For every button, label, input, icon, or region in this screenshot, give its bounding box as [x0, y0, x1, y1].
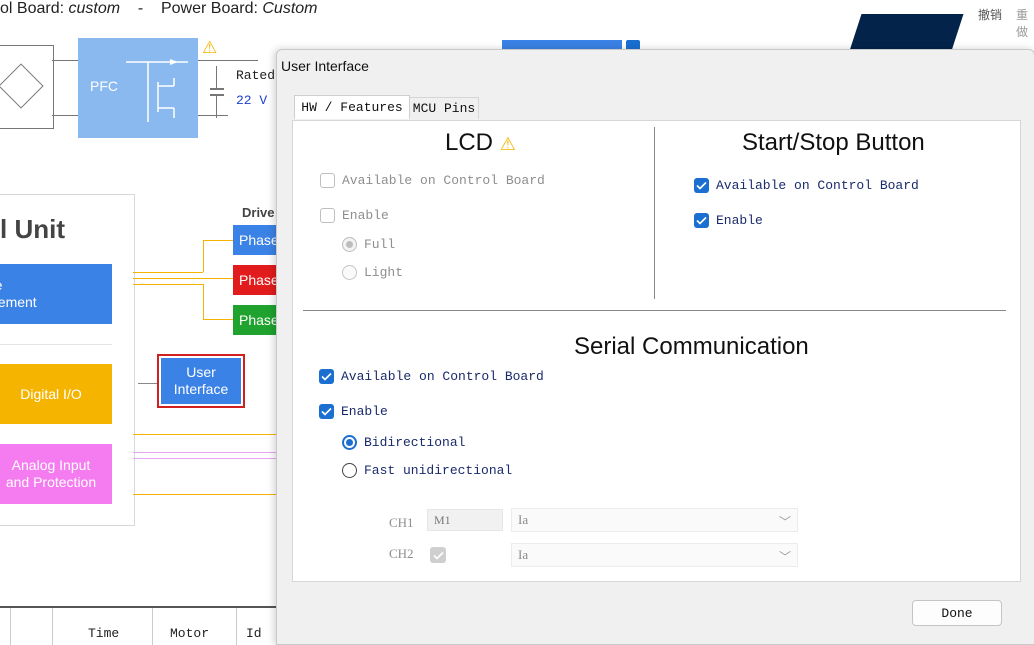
- board-header: ol Board: custom - Power Board: Custom: [0, 0, 317, 18]
- st-logo: [848, 14, 964, 54]
- checkbox-icon: [320, 208, 335, 223]
- ch1-motor-field[interactable]: M1: [427, 509, 503, 531]
- dialog-title: User Interface: [281, 58, 369, 74]
- serial-fast-unidirectional-radio[interactable]: Fast unidirectional: [342, 463, 512, 478]
- lcd-full-radio[interactable]: Full: [342, 237, 395, 252]
- user-interface-dialog: User Interface HW / Features MCU Pins LC…: [276, 49, 1034, 645]
- toolbar-redo-label[interactable]: 重做: [1016, 6, 1034, 40]
- radio-selected-icon: [342, 435, 357, 450]
- serial-available-checkbox[interactable]: Available on Control Board: [319, 369, 544, 384]
- column-time[interactable]: Time: [88, 626, 119, 641]
- radio-icon: [342, 265, 357, 280]
- tab-mcu-pins[interactable]: MCU Pins: [409, 97, 479, 119]
- column-motor[interactable]: Motor: [170, 626, 209, 641]
- rated-value: 22 V: [236, 93, 268, 108]
- user-interface-block[interactable]: User Interface: [161, 358, 241, 404]
- check-icon: [694, 213, 709, 228]
- check-icon: [319, 369, 334, 384]
- lcd-available-checkbox[interactable]: Available on Control Board: [320, 173, 545, 188]
- ch2-label: CH2: [389, 546, 414, 561]
- serial-section-title: Serial Communication: [574, 333, 809, 360]
- check-icon: [319, 404, 334, 419]
- control-board-label: ol Board:: [0, 0, 65, 17]
- lcd-light-radio[interactable]: Light: [342, 265, 403, 280]
- ch1-value-select[interactable]: Ia ﹀: [511, 508, 798, 532]
- power-board-value: Custom: [262, 0, 318, 17]
- lcd-section-title: LCD ⚠: [445, 129, 516, 156]
- check-icon: [432, 551, 444, 560]
- ch2-value-select[interactable]: Ia ﹀: [511, 543, 798, 567]
- management-block[interactable]: re gement: [0, 264, 112, 324]
- driver-label: Drive: [242, 205, 275, 220]
- pfc-label: PFC: [90, 78, 118, 94]
- rectifier-block: [0, 45, 54, 129]
- digital-io-block[interactable]: Digital I/O: [0, 364, 112, 424]
- ch2-checkbox[interactable]: [430, 547, 446, 563]
- log-table-header: Time Motor Id: [0, 606, 276, 645]
- hw-features-panel: LCD ⚠ Available on Control Board Enable …: [292, 120, 1021, 582]
- ch1-label: CH1: [389, 515, 414, 530]
- analog-input-block[interactable]: Analog Input and Protection: [0, 444, 112, 504]
- start-stop-section-title: Start/Stop Button: [742, 129, 925, 156]
- start-stop-enable-checkbox[interactable]: Enable: [694, 213, 763, 228]
- serial-bidirectional-radio[interactable]: Bidirectional: [342, 435, 465, 450]
- check-icon: [694, 178, 709, 193]
- rated-label: Rated: [236, 68, 276, 83]
- control-board-value: custom: [68, 0, 121, 17]
- chevron-down-icon: ﹀: [778, 550, 791, 564]
- diode-bridge-icon: [0, 63, 44, 109]
- chevron-down-icon: ﹀: [778, 515, 791, 529]
- radio-icon: [342, 237, 357, 252]
- done-button[interactable]: Done: [912, 600, 1002, 626]
- radio-icon: [342, 463, 357, 478]
- warning-icon: ⚠: [202, 38, 218, 57]
- column-id[interactable]: Id: [246, 626, 262, 641]
- serial-enable-checkbox[interactable]: Enable: [319, 404, 388, 419]
- checkbox-icon: [320, 173, 335, 188]
- warning-icon: ⚠: [499, 134, 516, 154]
- section-divider-horizontal: [303, 310, 1006, 311]
- tab-hw-features[interactable]: HW / Features: [294, 95, 410, 119]
- mosfet-icon: [126, 59, 188, 122]
- toolbar-undo-label[interactable]: 撤销: [978, 6, 1002, 23]
- start-stop-available-checkbox[interactable]: Available on Control Board: [694, 178, 919, 193]
- control-unit-title: l Unit: [0, 214, 65, 244]
- power-board-label: Power Board:: [160, 0, 258, 17]
- capacitor-icon: [210, 66, 224, 126]
- lcd-enable-checkbox[interactable]: Enable: [320, 208, 389, 223]
- section-divider-vertical: [654, 127, 655, 299]
- pfc-block[interactable]: PFC: [78, 38, 198, 138]
- header-separator: -: [137, 0, 144, 17]
